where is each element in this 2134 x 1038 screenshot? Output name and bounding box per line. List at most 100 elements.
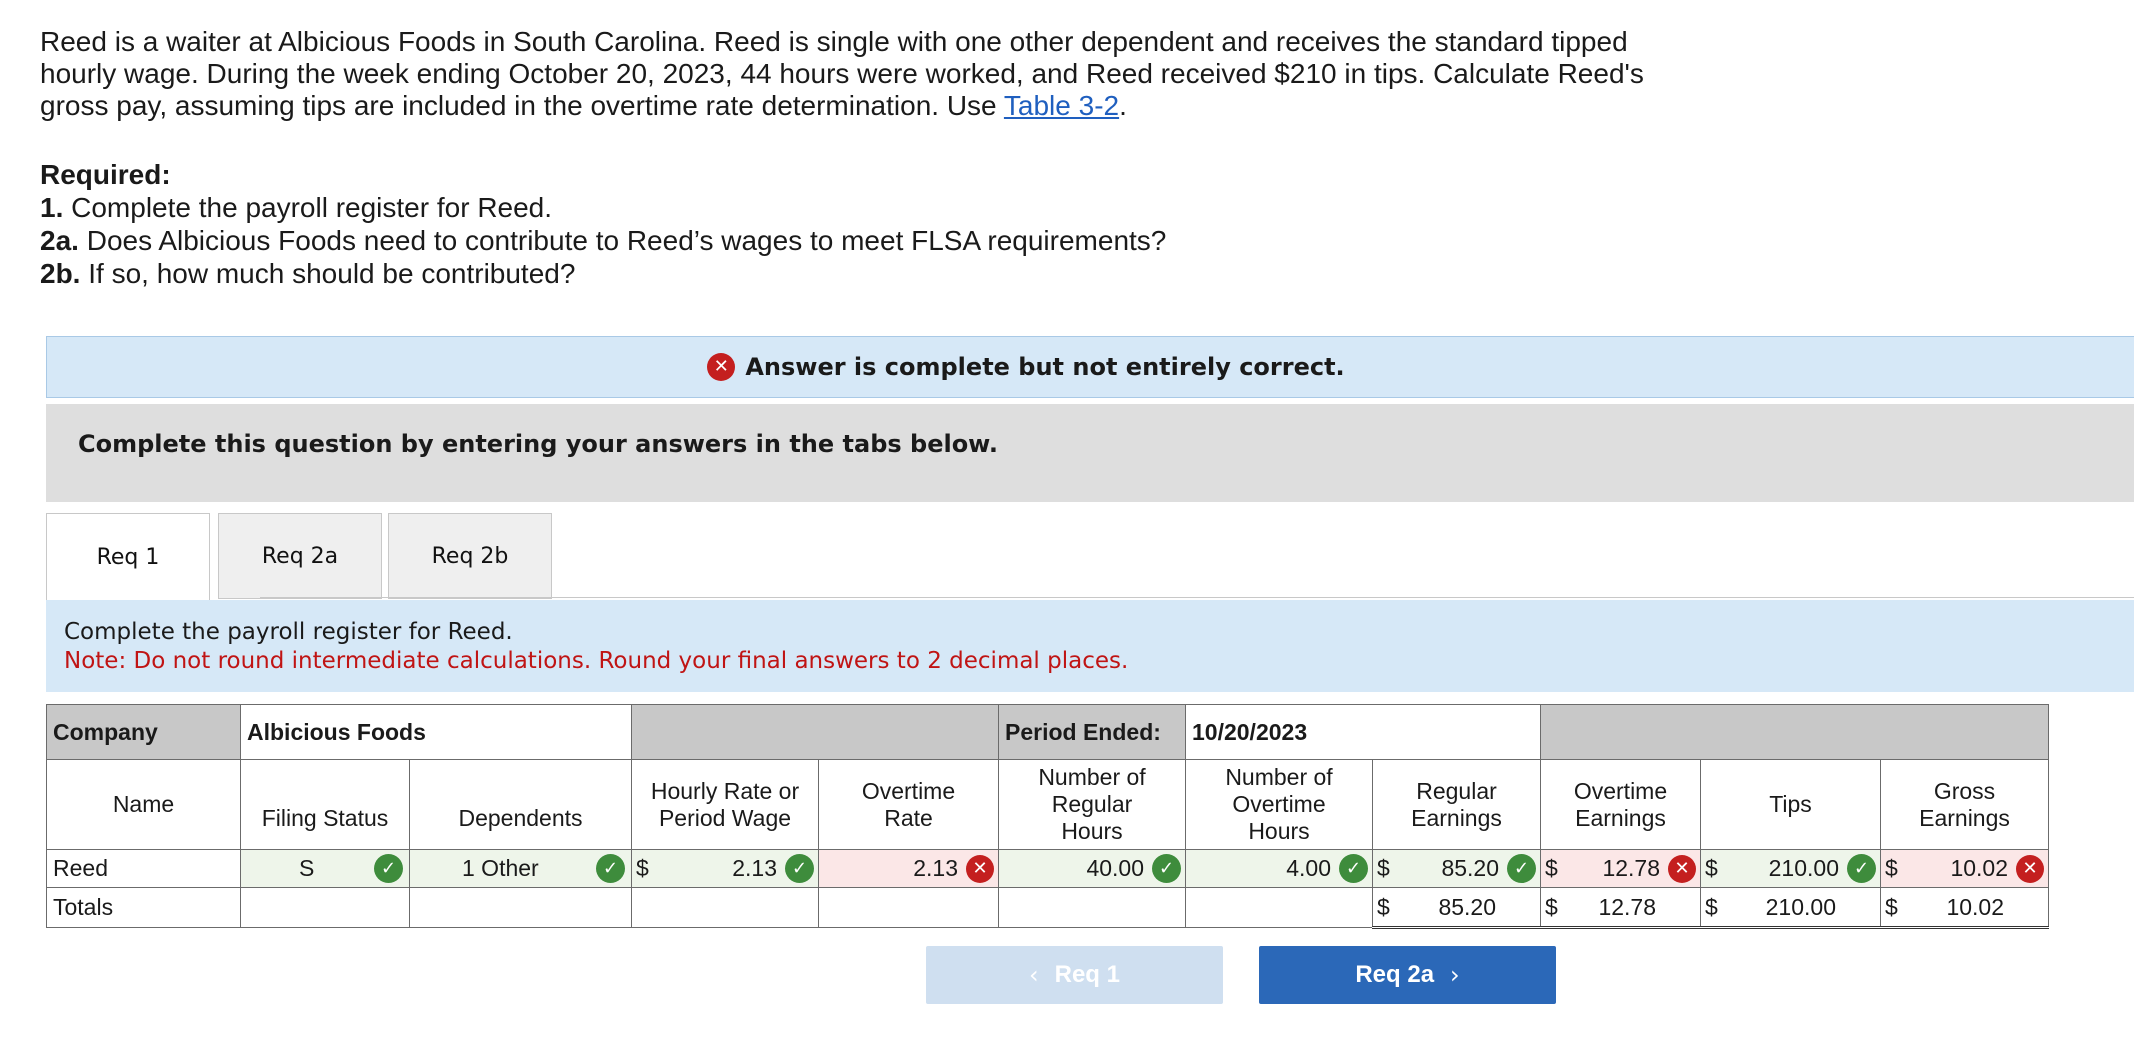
instructions-box: Complete this question by entering your … [46,404,2134,502]
overtime-rate-cell[interactable]: 2.13 ✕ [818,849,999,888]
regular-hours-cell[interactable]: 40.00 ✓ [998,849,1186,888]
totals-regular-earnings-cell: $85.20 [1372,887,1541,929]
col-header-overtime-earnings: Overtime Earnings [1540,759,1701,850]
gross-earnings-cell[interactable]: $10.02 ✕ [1880,849,2049,888]
table-3-2-link[interactable]: Table 3-2 [1004,90,1119,121]
overtime-earnings-value: 12.78 [1602,855,1660,881]
hourly-rate-cell[interactable]: $2.13 ✓ [631,849,819,888]
x-circle-icon: ✕ [1668,854,1696,883]
required-section: Required: 1. Complete the payroll regist… [40,158,1166,290]
col-header-dependents: Dependents [409,759,632,850]
totals-blank [631,887,819,928]
currency-symbol: $ [1377,893,1390,920]
currency-symbol: $ [1885,893,1898,920]
header-blank [631,704,999,760]
required-item-2b: 2b. If so, how much should be contribute… [40,257,1166,290]
totals-row: Totals $85.20 $12.78 $210.00 $10.02 [46,887,2049,929]
totals-regular-earnings: 85.20 [1438,893,1496,920]
filing-status-value: S [299,855,315,881]
col-header-overtime-hours: Number of Overtime Hours [1185,759,1373,850]
instructions-text: Complete this question by entering your … [78,430,998,458]
x-circle-icon: ✕ [707,353,736,381]
prev-button-label: Req 1 [1054,961,1120,988]
regular-hours-value: 40.00 [1086,855,1144,881]
x-circle-icon: ✕ [2016,854,2044,883]
overtime-hours-cell[interactable]: 4.00 ✓ [1185,849,1373,888]
totals-blank [1185,887,1373,928]
overtime-rate-value: 2.13 [913,855,958,881]
tips-value: 210.00 [1768,855,1839,881]
totals-label: Totals [46,887,241,928]
tab-req-2a[interactable]: Req 2a [218,513,382,599]
col-header-gross-earnings: Gross Earnings [1880,759,2049,850]
x-circle-icon: ✕ [966,854,994,883]
chevron-left-icon: ‹ [1029,961,1039,989]
required-item-1: 1. Complete the payroll register for Ree… [40,191,1166,224]
question-body: Reed is a waiter at Albicious Foods in S… [40,26,1644,121]
currency-symbol: $ [1377,855,1390,881]
required-item-number: 2b. [40,258,81,289]
totals-tips-cell: $210.00 [1700,887,1881,929]
header-blank [1540,704,2049,760]
banner-text: Answer is complete but not entirely corr… [745,353,1345,381]
tips-cell[interactable]: $210.00 ✓ [1700,849,1881,888]
currency-symbol: $ [636,855,649,881]
totals-blank [998,887,1186,928]
req1-instructions: Complete the payroll register for Reed. … [46,600,2134,692]
tab-req-1[interactable]: Req 1 [46,513,210,601]
totals-overtime-earnings: 12.78 [1598,893,1656,920]
overtime-hours-value: 4.00 [1286,855,1331,881]
check-circle-icon: ✓ [374,854,403,883]
row-name: Reed [46,849,241,888]
regular-earnings-value: 85.20 [1441,855,1499,881]
totals-overtime-earnings-cell: $12.78 [1540,887,1701,929]
col-header-tips: Tips [1700,759,1881,850]
col-header-name: Name [46,759,241,850]
next-button-label: Req 2a [1355,961,1435,988]
dependents-cell[interactable]: 1 Other ✓ [409,849,632,888]
required-item-text: Does Albicious Foods need to contribute … [78,225,1167,256]
req1-instruction-text: Complete the payroll register for Reed. [64,619,513,645]
hourly-rate-value: 2.13 [732,855,777,881]
prev-req-button[interactable]: ‹ Req 1 [926,946,1223,1004]
company-value: Albicious Foods [240,704,632,760]
currency-symbol: $ [1545,855,1558,881]
table-row: Reed S ✓ 1 Other ✓ $2.13 ✓ 2.13 ✕ 40.00 ✓ 4.0… [46,849,2049,888]
company-label: Company [46,704,241,760]
check-circle-icon: ✓ [1847,854,1876,883]
required-heading: Required: [40,159,171,190]
req1-note: Note: Do not round intermediate calculat… [64,648,1129,674]
next-req-button[interactable]: Req 2a › [1259,946,1556,1004]
required-item-text: If so, how much should be contributed? [80,258,576,289]
col-header-regular-earnings: Regular Earnings [1372,759,1541,850]
required-item-number: 2a. [40,225,79,256]
totals-blank [818,887,999,928]
totals-gross-earnings-cell: $10.02 [1880,887,2049,929]
period-label: Period Ended: [998,704,1186,760]
question-period: . [1119,90,1127,121]
answer-status-banner: ✕ Answer is complete but not entirely co… [46,336,2134,398]
overtime-earnings-cell[interactable]: $12.78 ✕ [1540,849,1701,888]
filing-status-cell[interactable]: S ✓ [240,849,410,888]
col-header-overtime-rate: Overtime Rate [818,759,999,850]
check-circle-icon: ✓ [596,854,625,883]
dependents-value: 1 Other [462,855,539,881]
currency-symbol: $ [1705,855,1718,881]
gross-earnings-value: 10.02 [1950,855,2008,881]
totals-tips: 210.00 [1765,893,1836,920]
check-circle-icon: ✓ [1339,854,1368,883]
totals-gross-earnings: 10.02 [1946,893,2004,920]
payroll-register: Company Albicious Foods Period Ended: 10… [46,704,2049,929]
totals-blank [409,887,632,928]
check-circle-icon: ✓ [1152,854,1181,883]
totals-blank [240,887,410,928]
chevron-right-icon: › [1450,961,1460,989]
check-circle-icon: ✓ [1507,854,1536,883]
col-header-filing-status: Filing Status [240,759,410,850]
period-value: 10/20/2023 [1185,704,1541,760]
col-header-hourly-rate: Hourly Rate or Period Wage [631,759,819,850]
currency-symbol: $ [1885,855,1898,881]
regular-earnings-cell[interactable]: $85.20 ✓ [1372,849,1541,888]
tab-req-2b[interactable]: Req 2b [388,513,552,599]
check-circle-icon: ✓ [785,854,814,883]
